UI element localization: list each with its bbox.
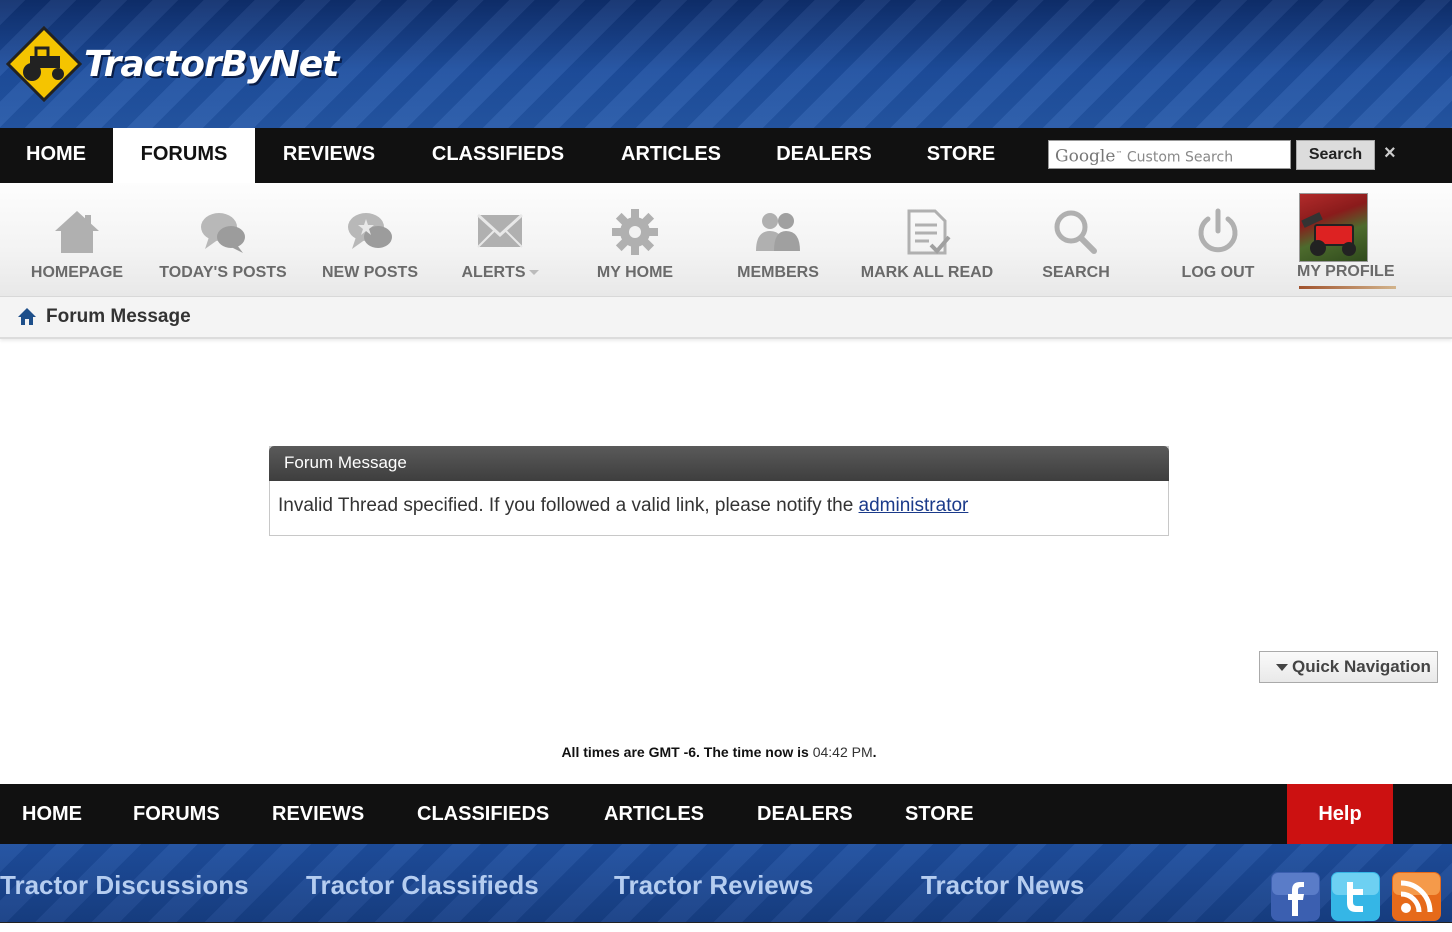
rss-icon[interactable]: [1392, 872, 1441, 921]
avatar-detail: [1310, 240, 1326, 256]
message-header: Forum Message: [269, 446, 1169, 481]
gear-icon: [612, 209, 658, 255]
nav-tab-classifieds[interactable]: CLASSIFIEDS: [412, 128, 584, 183]
nav-tab-forums[interactable]: FORUMS: [113, 128, 255, 183]
site-logo-text: TractorByNet: [84, 43, 339, 85]
toolbar-label: TODAY'S POSTS: [159, 264, 287, 281]
profile-underline: [1299, 286, 1396, 289]
toolbar-label-wrap: ALERTS: [445, 264, 555, 282]
toolbar-label: MARK ALL READ: [860, 264, 994, 281]
footer-link-reviews[interactable]: Tractor Reviews: [614, 870, 813, 901]
close-icon[interactable]: ×: [1384, 142, 1396, 165]
power-icon: [1198, 208, 1238, 253]
footer-nav-home[interactable]: HOME: [22, 784, 82, 844]
google-label: Google: [1055, 146, 1116, 167]
chat-bubbles-icon: [201, 213, 245, 253]
toolbar-search[interactable]: SEARCH: [1021, 183, 1131, 297]
site-logo[interactable]: TractorByNet: [5, 24, 339, 104]
toolbar-label: ALERTS: [461, 264, 526, 281]
toolbar-homepage[interactable]: HOMEPAGE: [22, 183, 132, 297]
toolbar-label: MEMBERS: [737, 264, 819, 281]
avatar[interactable]: [1299, 193, 1368, 262]
footer-nav-articles[interactable]: ARTICLES: [604, 784, 704, 844]
site-header-banner: TractorByNet: [0, 0, 1452, 128]
footer-nav-dealers[interactable]: DEALERS: [757, 784, 853, 844]
toolbar-alerts[interactable]: ALERTS: [445, 183, 555, 297]
footer-link-discussions[interactable]: Tractor Discussions: [0, 870, 249, 901]
toolbar-label: LOG OUT: [1181, 264, 1255, 281]
star-bubble-icon: [348, 213, 392, 249]
time-suffix: .: [872, 744, 877, 760]
time-prefix: All times are GMT -6. The time now is: [561, 744, 809, 760]
page-title: Forum Message: [46, 306, 191, 327]
search-button[interactable]: Search: [1296, 140, 1375, 170]
toolbar-label: MY HOME: [596, 264, 674, 281]
search-input[interactable]: Google™ Custom Search: [1048, 140, 1291, 169]
nav-tab-store[interactable]: STORE: [908, 128, 1014, 183]
toolbar-label: HOMEPAGE: [30, 264, 124, 281]
administrator-link[interactable]: administrator: [859, 495, 969, 516]
quick-nav-label: Quick Navigation: [1292, 657, 1431, 676]
footer-nav-forums[interactable]: FORUMS: [133, 784, 220, 844]
main-nav-bar: HOME FORUMS REVIEWS CLASSIFIEDS ARTICLES…: [0, 128, 1452, 183]
breadcrumb: Forum Message: [0, 297, 1452, 339]
search-placeholder: Custom Search: [1126, 149, 1234, 166]
home-icon[interactable]: [17, 307, 37, 327]
nav-tab-dealers[interactable]: DEALERS: [758, 128, 890, 183]
document-check-icon: [907, 209, 951, 255]
message-body: Invalid Thread specified. If you followe…: [270, 481, 1168, 531]
toolbar-members[interactable]: MEMBERS: [723, 183, 833, 297]
house-icon: [55, 211, 99, 253]
time-info: All times are GMT -6. The time now is 04…: [0, 744, 1438, 760]
toolbar-new-posts[interactable]: NEW POSTS: [315, 183, 425, 297]
toolbar-label: SEARCH: [1042, 264, 1110, 281]
toolbar-mark-all-read[interactable]: MARK ALL READ: [852, 183, 1002, 297]
toolbar-log-out[interactable]: LOG OUT: [1163, 183, 1273, 297]
footer-nav-reviews[interactable]: REVIEWS: [272, 784, 364, 844]
footer-nav-bar: HOME FORUMS REVIEWS CLASSIFIEDS ARTICLES…: [0, 784, 1452, 844]
footer-links-bar: Tractor Discussions Tractor Classifieds …: [0, 844, 1452, 922]
footer-link-classifieds[interactable]: Tractor Classifieds: [306, 870, 539, 901]
caret-down-icon: [1276, 664, 1288, 672]
toolbar-my-home[interactable]: MY HOME: [580, 183, 690, 297]
message-text: Invalid Thread specified. If you followe…: [278, 495, 854, 516]
facebook-icon[interactable]: [1271, 872, 1320, 921]
tractor-logo-icon: [5, 25, 83, 103]
my-profile-link[interactable]: MY PROFILE: [1297, 263, 1395, 281]
nav-tab-reviews[interactable]: REVIEWS: [264, 128, 394, 183]
nav-tab-articles[interactable]: ARTICLES: [602, 128, 740, 183]
toolbar-label: NEW POSTS: [321, 264, 418, 281]
current-time: 04:42 PM: [812, 744, 873, 760]
footer-link-news[interactable]: Tractor News: [921, 870, 1084, 901]
footer-nav-store[interactable]: STORE: [905, 784, 974, 844]
avatar-detail: [1342, 242, 1356, 256]
help-button[interactable]: Help: [1287, 784, 1393, 844]
twitter-icon[interactable]: [1331, 872, 1380, 921]
quick-navigation-button[interactable]: Quick Navigation: [1259, 651, 1438, 683]
forum-message-box: Forum Message Invalid Thread specified. …: [269, 446, 1169, 536]
nav-tab-home[interactable]: HOME: [0, 128, 112, 183]
toolbar-todays-posts[interactable]: TODAY'S POSTS: [153, 183, 293, 297]
bottom-strip: [0, 922, 1452, 932]
magnifier-icon: [1054, 210, 1097, 254]
forum-toolbar: HOMEPAGE TODAY'S POSTS NEW POSTS ALERTS …: [0, 183, 1452, 297]
chevron-down-icon[interactable]: [528, 270, 539, 276]
people-icon: [756, 213, 800, 251]
envelope-icon: [476, 213, 524, 248]
footer-nav-classifieds[interactable]: CLASSIFIEDS: [417, 784, 549, 844]
